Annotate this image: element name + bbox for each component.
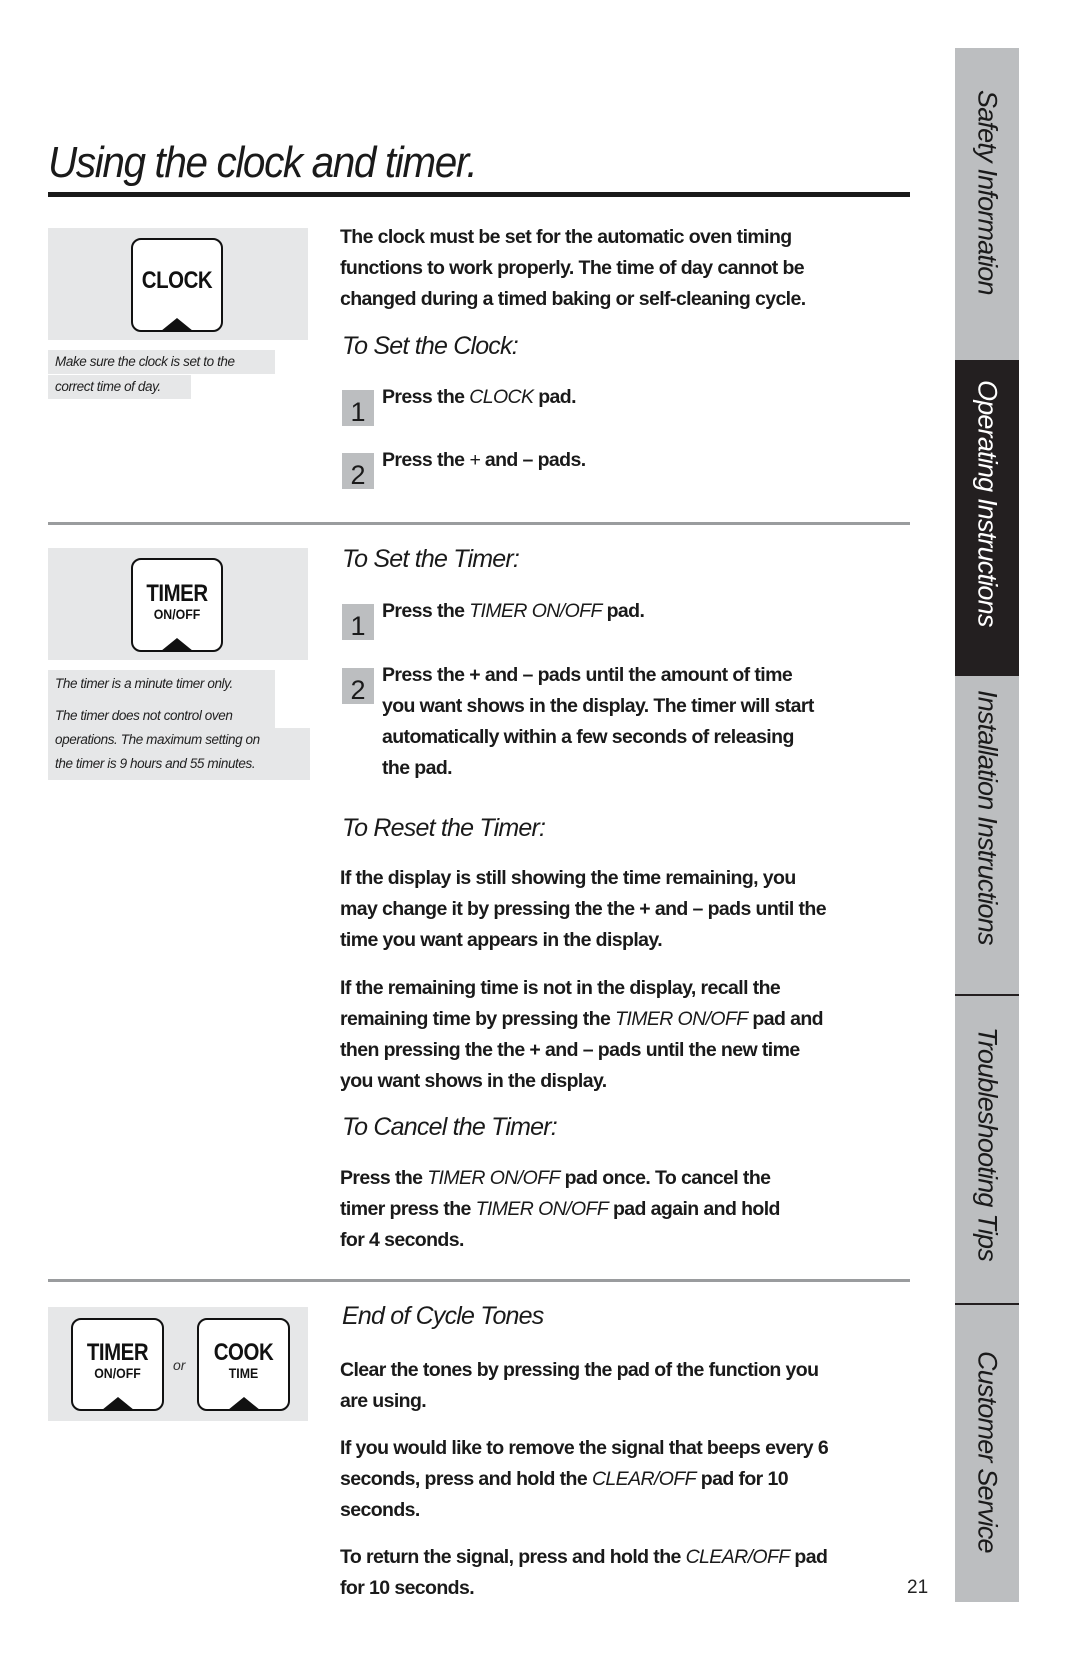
timer-pad-icon: TIMER ON/OFF xyxy=(131,558,223,652)
tones-para-1: Clear the tones by pressing the pad of t… xyxy=(340,1359,819,1412)
pad-name: CLEAR/OFF xyxy=(685,1546,791,1568)
reset-timer-heading: To Reset the Timer: xyxy=(342,814,546,842)
timer-pad-label: TIMER xyxy=(146,580,208,607)
pad-name: TIMER ON/OFF xyxy=(615,1008,748,1030)
pad-name: CLEAR/OFF xyxy=(591,1468,697,1490)
text-line: functions to work properly. The time of … xyxy=(340,257,805,279)
clock-note: Make sure the clock is set to the xyxy=(48,350,275,374)
pad-pointer-icon xyxy=(161,638,193,650)
pad-name: TIMER ON/OFF xyxy=(475,1198,609,1220)
tab-installation-instructions[interactable]: Installation Instructions xyxy=(955,676,1019,994)
page-title: Using the clock and timer. xyxy=(48,138,478,187)
pad-pointer-icon xyxy=(227,1397,260,1409)
note-line: correct time of day. xyxy=(55,379,161,394)
timer-note-2: operations. The maximum setting on the t… xyxy=(48,728,310,780)
clock-pad-label: CLOCK xyxy=(141,267,213,294)
step-text: Press the + and – pads. xyxy=(382,449,586,471)
timer-pad-sublabel: ON/OFF xyxy=(153,606,201,622)
set-clock-heading: To Set the Clock: xyxy=(342,332,519,360)
step-number: 2 xyxy=(342,668,374,705)
cancel-timer-heading: To Cancel the Timer: xyxy=(342,1113,558,1141)
cancel-para: Press the TIMER ON/OFF pad once. To canc… xyxy=(340,1167,780,1251)
tones-para-2: If you would like to remove the signal t… xyxy=(340,1437,829,1521)
step-text: Press the CLOCK pad. xyxy=(382,386,577,408)
set-timer-heading: To Set the Timer: xyxy=(342,545,520,573)
pad-pointer-icon xyxy=(161,318,193,330)
tones-para-3: To return the signal, press and hold the… xyxy=(340,1546,828,1599)
clock-note-2: correct time of day. xyxy=(48,375,191,399)
step-number: 1 xyxy=(342,604,374,641)
section-divider xyxy=(48,522,910,525)
title-rule xyxy=(48,192,910,197)
clock-pad-icon: CLOCK xyxy=(131,238,223,332)
tab-safety-information[interactable]: Safety Information xyxy=(955,48,1019,360)
end-of-cycle-heading: End of Cycle Tones xyxy=(342,1302,544,1330)
timer-pad-sublabel: ON/OFF xyxy=(94,1365,141,1381)
step-number: 1 xyxy=(342,390,374,427)
note-line: the timer is 9 hours and 55 minutes. xyxy=(55,756,256,771)
note-line: The timer is a minute timer only. xyxy=(55,676,233,691)
step-text: Press the + and – pads until the amount … xyxy=(382,664,814,779)
page-number: 21 xyxy=(907,1577,929,1598)
reset-para-2: If the remaining time is not in the disp… xyxy=(340,977,824,1092)
cook-time-pad-icon: COOK TIME xyxy=(197,1318,290,1411)
tab-troubleshooting-tips[interactable]: Troubleshooting Tips xyxy=(955,995,1019,1303)
note-line: Make sure the clock is set to the xyxy=(55,354,235,369)
reset-para-1: If the display is still showing the time… xyxy=(340,867,827,951)
pad-name: TIMER ON/OFF xyxy=(469,600,602,622)
timer-note: The timer is a minute timer only. The ti… xyxy=(48,670,275,728)
pad-name: CLOCK xyxy=(469,386,534,408)
step-number: 2 xyxy=(342,453,374,490)
tab-operating-instructions[interactable]: Operating Instructions xyxy=(955,360,1019,676)
step-text: Press the TIMER ON/OFF pad. xyxy=(382,600,645,622)
clock-intro: The clock must be set for the automatic … xyxy=(340,222,910,315)
or-label: or xyxy=(173,1357,186,1373)
pad-name: TIMER ON/OFF xyxy=(427,1167,560,1189)
timer-pad-label: TIMER xyxy=(86,1339,149,1366)
note-line: The timer does not control oven xyxy=(55,708,233,723)
text-line: The clock must be set for the automatic … xyxy=(340,226,792,248)
cook-pad-sublabel: TIME xyxy=(228,1365,259,1381)
text-line: changed during a timed baking or self-cl… xyxy=(340,288,806,310)
tab-customer-service[interactable]: Customer Service xyxy=(955,1304,1019,1602)
pad-pointer-icon xyxy=(101,1397,134,1409)
note-line: operations. The maximum setting on xyxy=(55,732,260,747)
timer-pad-icon: TIMER ON/OFF xyxy=(71,1318,164,1411)
section-tabs: Safety Information Operating Instruction… xyxy=(955,48,1019,1602)
section-divider xyxy=(48,1279,910,1282)
cook-pad-label: COOK xyxy=(213,1339,274,1366)
